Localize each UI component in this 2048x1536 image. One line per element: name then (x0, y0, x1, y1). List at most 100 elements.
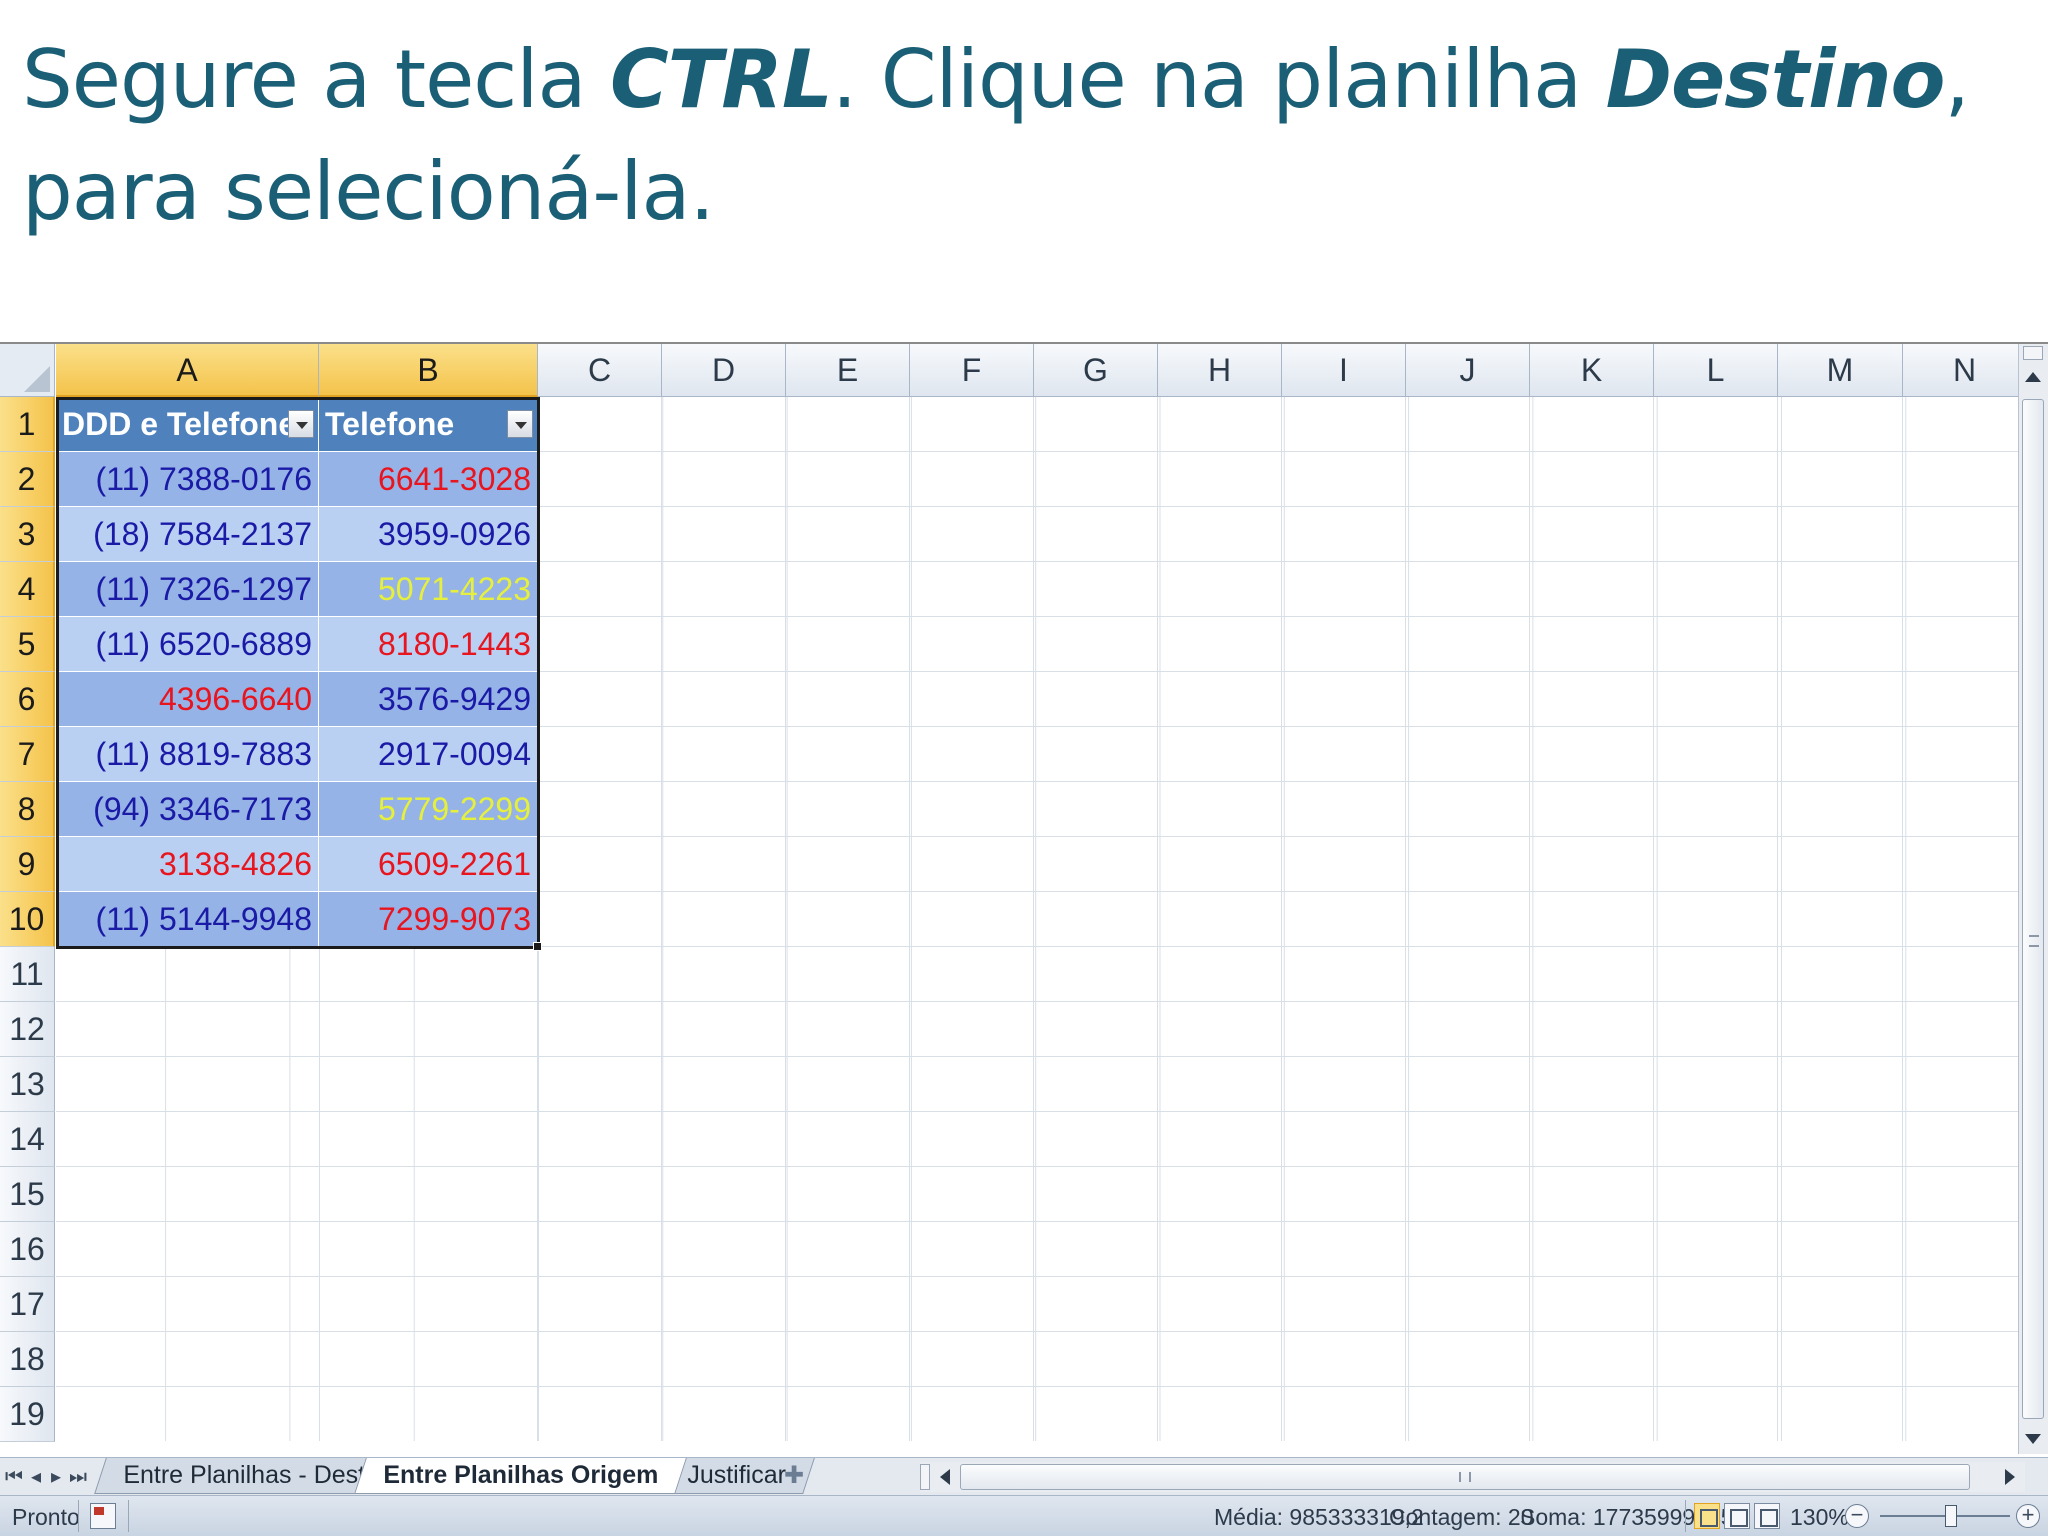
table-cell[interactable]: (11) 7326-1297 (56, 562, 319, 617)
page-break-view-icon[interactable] (1754, 1503, 1780, 1529)
next-sheet-icon[interactable]: ▸ (46, 1464, 66, 1490)
table-cell[interactable]: 3959-0926 (319, 507, 538, 562)
row-header[interactable]: 18 (0, 1332, 55, 1387)
table-cell[interactable]: (11) 5144-9948 (56, 892, 319, 947)
row-header[interactable]: 2 (0, 452, 55, 507)
table-header-row: DDD e Telefone Telefone (56, 397, 538, 452)
row-header[interactable]: 11 (0, 947, 55, 1002)
zoom-slider-thumb[interactable] (1945, 1505, 1957, 1527)
fill-handle[interactable] (533, 942, 542, 951)
row-header[interactable]: 8 (0, 782, 55, 837)
row-header[interactable]: 13 (0, 1057, 55, 1112)
row-header[interactable]: 9 (0, 837, 55, 892)
zoom-level[interactable]: 130% (1790, 1504, 1849, 1531)
table-header-label: Telefone (325, 406, 455, 442)
row-header[interactable]: 17 (0, 1277, 55, 1332)
column-header[interactable]: N (1903, 344, 2027, 397)
scroll-left-icon[interactable] (940, 1469, 950, 1485)
sheet-tab-label: Entre Planilhas Origem (383, 1461, 659, 1489)
table-cell[interactable]: 3576-9429 (319, 672, 538, 727)
column-header[interactable]: G (1034, 344, 1158, 397)
sheet-tab[interactable]: Entre Planilhas Origem (354, 1458, 687, 1494)
row-header[interactable]: 10 (0, 892, 55, 947)
instruction-heading: Segure a tecla CTRL. Clique na planilha … (22, 24, 2032, 248)
table-row: 3138-4826 6509-2261 (56, 837, 538, 892)
scroll-right-icon[interactable] (2005, 1469, 2015, 1485)
column-header[interactable]: M (1778, 344, 1903, 397)
column-header[interactable]: I (1282, 344, 1406, 397)
macro-record-icon[interactable] (90, 1503, 116, 1529)
zoom-in-icon[interactable]: + (2016, 1504, 2040, 1528)
table-cell[interactable]: 5071-4223 (319, 562, 538, 617)
select-all-corner[interactable] (0, 344, 55, 397)
table-cell[interactable]: 4396-6640 (56, 672, 319, 727)
instruction-text-1: Segure a tecla (22, 33, 610, 126)
horizontal-split-handle[interactable] (920, 1464, 930, 1490)
table-row: (11) 8819-7883 2917-0094 (56, 727, 538, 782)
column-header[interactable]: J (1406, 344, 1530, 397)
row-header[interactable]: 16 (0, 1222, 55, 1277)
table-cell[interactable]: (11) 8819-7883 (56, 727, 319, 782)
row-header[interactable]: 4 (0, 562, 55, 617)
table-header-cell[interactable]: Telefone (319, 397, 538, 452)
row-header[interactable]: 1 (0, 397, 55, 452)
row-header[interactable]: 3 (0, 507, 55, 562)
column-header[interactable]: K (1530, 344, 1654, 397)
table-cell[interactable]: 6641-3028 (319, 452, 538, 507)
column-header[interactable]: H (1158, 344, 1282, 397)
prev-sheet-icon[interactable]: ◂ (26, 1464, 46, 1490)
table-row: (11) 6520-6889 8180-1443 (56, 617, 538, 672)
status-ready: Pronto (12, 1504, 80, 1530)
table-cell[interactable]: (94) 3346-7173 (56, 782, 319, 837)
row-header[interactable]: 6 (0, 672, 55, 727)
column-header[interactable]: A (56, 344, 319, 397)
row-header[interactable]: 15 (0, 1167, 55, 1222)
zoom-out-icon[interactable]: − (1845, 1504, 1869, 1528)
table-cell[interactable]: (11) 7388-0176 (56, 452, 319, 507)
vertical-scrollbar[interactable] (2018, 344, 2048, 1454)
row-header[interactable]: 14 (0, 1112, 55, 1167)
table-cell[interactable]: 5779-2299 (319, 782, 538, 837)
row-header[interactable]: 5 (0, 617, 55, 672)
table-row: (11) 7388-0176 6641-3028 (56, 452, 538, 507)
horizontal-scrollbar[interactable] (920, 1462, 2025, 1492)
status-separator (128, 1500, 129, 1532)
column-header[interactable]: L (1654, 344, 1778, 397)
table-cell[interactable]: (18) 7584-2137 (56, 507, 319, 562)
column-header[interactable]: C (538, 344, 662, 397)
scroll-up-icon[interactable] (2025, 372, 2041, 382)
sheet-tab-label: Justificar (687, 1461, 786, 1489)
table-cell[interactable]: 2917-0094 (319, 727, 538, 782)
vertical-split-handle[interactable] (2023, 346, 2043, 360)
insert-sheet-icon[interactable]: ✚ (774, 1461, 814, 1491)
vertical-scroll-thumb[interactable] (2022, 399, 2044, 1419)
table-cell[interactable]: 6509-2261 (319, 837, 538, 892)
page-layout-view-icon[interactable] (1724, 1503, 1750, 1529)
status-bar: Pronto Média: 985333319,2 Contagem: 20 S… (0, 1495, 2048, 1536)
table-cell[interactable]: 3138-4826 (56, 837, 319, 892)
table-header-cell[interactable]: DDD e Telefone (56, 397, 319, 452)
last-sheet-icon[interactable]: ⏭ (68, 1464, 88, 1490)
normal-view-icon[interactable] (1694, 1503, 1720, 1529)
spreadsheet: ABCDEFGHIJKLMN 1 2 3 4 5 6 7 8 9 10 11 12 13 14 15 16 17… (0, 342, 2048, 1536)
status-count[interactable]: Contagem: 20 (1389, 1504, 1533, 1531)
status-separator (78, 1500, 79, 1532)
row-header[interactable]: 19 (0, 1387, 55, 1442)
filter-dropdown-icon[interactable] (507, 410, 533, 438)
row-header[interactable]: 7 (0, 727, 55, 782)
table-cell[interactable]: 7299-9073 (319, 892, 538, 947)
column-header[interactable]: E (786, 344, 910, 397)
table-header-label: DDD e Telefone (62, 406, 297, 442)
table-row: (11) 7326-1297 5071-4223 (56, 562, 538, 617)
column-header[interactable]: F (910, 344, 1034, 397)
row-header[interactable]: 12 (0, 1002, 55, 1057)
horizontal-scroll-thumb[interactable] (960, 1464, 1970, 1490)
first-sheet-icon[interactable]: ⏮ (4, 1464, 24, 1490)
scroll-down-icon[interactable] (2025, 1434, 2041, 1444)
column-header[interactable]: D (662, 344, 786, 397)
table-cell[interactable]: 8180-1443 (319, 617, 538, 672)
sheet-tabs-bar: ⏮ ◂ ▸ ⏭ Entre Planilhas - Destino Entre P… (0, 1457, 2048, 1495)
table-cell[interactable]: (11) 6520-6889 (56, 617, 319, 672)
column-header[interactable]: B (319, 344, 538, 397)
filter-dropdown-icon[interactable] (288, 410, 314, 438)
